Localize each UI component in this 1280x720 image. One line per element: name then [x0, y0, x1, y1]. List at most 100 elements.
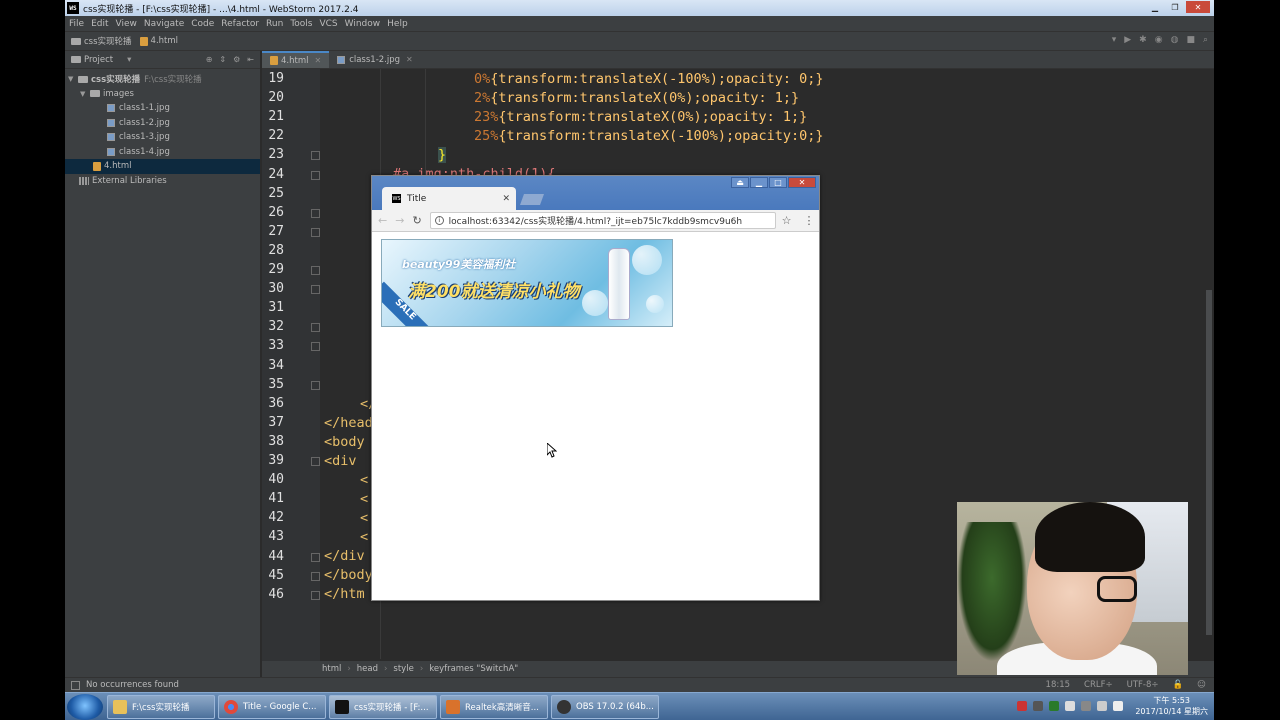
forward-arrow-icon[interactable]: →	[395, 214, 404, 227]
fold-marker-icon[interactable]	[311, 151, 320, 161]
menu-navigate[interactable]: Navigate	[144, 19, 184, 29]
sync-icon[interactable]: ⊕	[206, 55, 213, 64]
run-icon[interactable]: ▶	[1124, 35, 1131, 45]
fold-marker-icon[interactable]	[311, 323, 320, 333]
start-button[interactable]	[67, 693, 103, 720]
close-tab-icon[interactable]: ✕	[406, 55, 413, 64]
breadcrumb-item[interactable]: html	[322, 664, 341, 674]
stop-icon[interactable]: ■	[1186, 35, 1195, 45]
code-line-43[interactable]: <	[360, 529, 368, 545]
network-icon[interactable]	[1097, 701, 1108, 711]
code-line-40[interactable]: <	[360, 472, 368, 488]
tree-item-class1-3[interactable]: class1-3.jpg	[65, 130, 260, 145]
fold-marker-icon[interactable]	[311, 571, 320, 581]
code-line-44[interactable]: </div	[324, 548, 365, 564]
inspector-icon[interactable]: ☺	[1197, 680, 1206, 690]
code-line-19[interactable]: 0%{transform:translateX(-100%);opacity: …	[474, 71, 824, 87]
project-panel-header[interactable]: Project ▾ ⊕ ⇕ ⚙ ⇤	[65, 51, 260, 69]
tree-item-class1-2[interactable]: class1-2.jpg	[65, 116, 260, 131]
tree-item-external-libraries[interactable]: External Libraries	[65, 174, 260, 189]
toggle-tool-windows-icon[interactable]	[71, 680, 80, 690]
taskbar-clock[interactable]: 下午 5:53 2017/10/14 星期六	[1135, 695, 1208, 717]
menu-run[interactable]: Run	[266, 19, 283, 29]
tray-app-icon[interactable]	[1081, 701, 1092, 711]
close-icon[interactable]: ✕	[1186, 1, 1210, 13]
close-tab-icon[interactable]: ✕	[502, 194, 510, 204]
fold-marker-icon[interactable]	[311, 208, 320, 218]
lock-icon[interactable]: 🔓	[1173, 680, 1184, 690]
caret-position[interactable]: 18:15	[1046, 680, 1071, 690]
code-line-39[interactable]: <div	[324, 453, 357, 469]
fold-marker-icon[interactable]	[311, 552, 320, 562]
taskbar-item-realtek[interactable]: Realtek高清晰音...	[440, 694, 548, 719]
hide-panel-icon[interactable]: ⇤	[247, 55, 254, 64]
taskbar-item-webstorm[interactable]: css实现轮播 - [F:...	[329, 694, 437, 719]
tray-app-icon[interactable]	[1049, 701, 1060, 711]
tree-item-class1-1[interactable]: class1-1.jpg	[65, 101, 260, 116]
nav-crumb-file[interactable]: 4.html	[139, 36, 178, 46]
nav-crumb-project[interactable]: css实现轮播	[71, 35, 132, 47]
close-tab-icon[interactable]: ✕	[314, 56, 321, 65]
volume-icon[interactable]	[1113, 701, 1124, 711]
taskbar-item-obs[interactable]: OBS 17.0.2 (64b...	[551, 694, 659, 719]
fold-marker-icon[interactable]	[311, 266, 320, 275]
code-line-42[interactable]: <	[360, 510, 368, 526]
menu-refactor[interactable]: Refactor	[221, 19, 259, 29]
menu-code[interactable]: Code	[191, 19, 214, 29]
new-tab-button[interactable]	[519, 194, 545, 205]
tree-item-4-html[interactable]: 4.html	[65, 159, 260, 174]
user-profile-icon[interactable]: ⏏	[731, 177, 749, 188]
search-everywhere-icon[interactable]: ⌕	[1203, 35, 1208, 45]
browser-menu-icon[interactable]: ⋮	[804, 214, 815, 227]
file-encoding[interactable]: UTF-8÷	[1127, 680, 1159, 690]
code-line-21[interactable]: 23%{transform:translateX(0%);opacity: 1;…	[474, 109, 807, 125]
settings-gear-icon[interactable]: ⚙	[233, 55, 240, 64]
taskbar-item-explorer[interactable]: F:\css实现轮播	[107, 694, 215, 719]
fold-marker-icon[interactable]	[311, 342, 320, 352]
minimize-icon[interactable]: ▁	[750, 177, 768, 188]
tray-app-icon[interactable]	[1033, 701, 1044, 711]
tree-item-class1-4[interactable]: class1-4.jpg	[65, 145, 260, 160]
tab-4-html[interactable]: 4.html ✕	[262, 51, 330, 68]
code-line-38[interactable]: <body	[324, 434, 365, 450]
fold-marker-icon[interactable]	[311, 227, 320, 237]
tab-class1-2-jpg[interactable]: class1-2.jpg ✕	[329, 51, 421, 68]
reload-icon[interactable]: ↻	[412, 214, 421, 227]
fold-marker-icon[interactable]	[311, 170, 320, 180]
code-line-41[interactable]: <	[360, 491, 368, 507]
expand-arrow-icon[interactable]: ▼	[68, 75, 78, 83]
line-separator[interactable]: CRLF÷	[1084, 680, 1113, 690]
project-view-dropdown-icon[interactable]: ▾	[127, 55, 131, 65]
menu-vcs[interactable]: VCS	[319, 19, 337, 29]
menu-window[interactable]: Window	[345, 19, 381, 29]
fold-marker-icon[interactable]	[311, 457, 320, 466]
debug-icon[interactable]: ✱	[1139, 35, 1147, 45]
breadcrumb-item[interactable]: style	[393, 664, 413, 674]
tree-item-images[interactable]: ▼ images	[65, 87, 260, 102]
tray-app-icon[interactable]	[1017, 701, 1028, 711]
breadcrumb-item[interactable]: keyframes "SwitchA"	[429, 664, 518, 674]
coverage-icon[interactable]: ◉	[1155, 35, 1163, 45]
code-line-23[interactable]: }	[438, 147, 447, 163]
menu-tools[interactable]: Tools	[290, 19, 312, 29]
menu-help[interactable]: Help	[387, 19, 408, 29]
tree-item-root[interactable]: ▼ css实现轮播 F:\css实现轮播	[65, 72, 260, 87]
code-line-22[interactable]: 25%{transform:translateX(-100%);opacity:…	[474, 128, 824, 144]
collapse-icon[interactable]: ⇕	[219, 55, 226, 64]
code-line-37[interactable]: </head	[324, 415, 373, 431]
maximize-icon[interactable]: ❐	[1166, 1, 1184, 13]
info-icon[interactable]: i	[434, 216, 444, 225]
fold-marker-icon[interactable]	[311, 380, 320, 390]
profile-icon[interactable]: ◍	[1171, 35, 1179, 45]
tray-app-icon[interactable]	[1065, 701, 1076, 711]
expand-arrow-icon[interactable]: ▼	[80, 90, 90, 98]
taskbar-item-chrome[interactable]: Title - Google C...	[218, 694, 326, 719]
menu-edit[interactable]: Edit	[91, 19, 108, 29]
maximize-icon[interactable]: □	[769, 177, 787, 188]
close-icon[interactable]: ✕	[788, 177, 816, 188]
back-arrow-icon[interactable]: ←	[378, 214, 387, 227]
bookmark-star-icon[interactable]: ☆	[782, 214, 792, 227]
breadcrumb-item[interactable]: head	[357, 664, 378, 674]
code-line-46[interactable]: </htm	[324, 586, 365, 602]
run-config-dropdown-icon[interactable]: ▾	[1112, 35, 1117, 45]
